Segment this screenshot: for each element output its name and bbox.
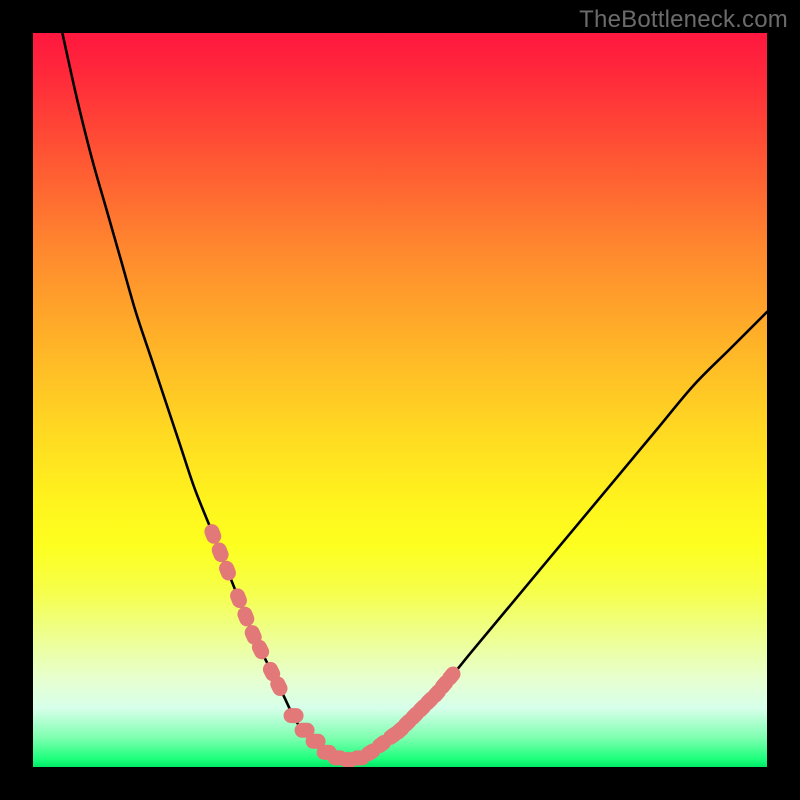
chart-frame: TheBottleneck.com xyxy=(0,0,800,800)
plot-area xyxy=(33,33,767,767)
curve-svg xyxy=(33,33,767,767)
bottleneck-curve xyxy=(62,33,767,761)
watermark-text: TheBottleneck.com xyxy=(579,6,788,34)
curve-markers xyxy=(202,522,463,767)
